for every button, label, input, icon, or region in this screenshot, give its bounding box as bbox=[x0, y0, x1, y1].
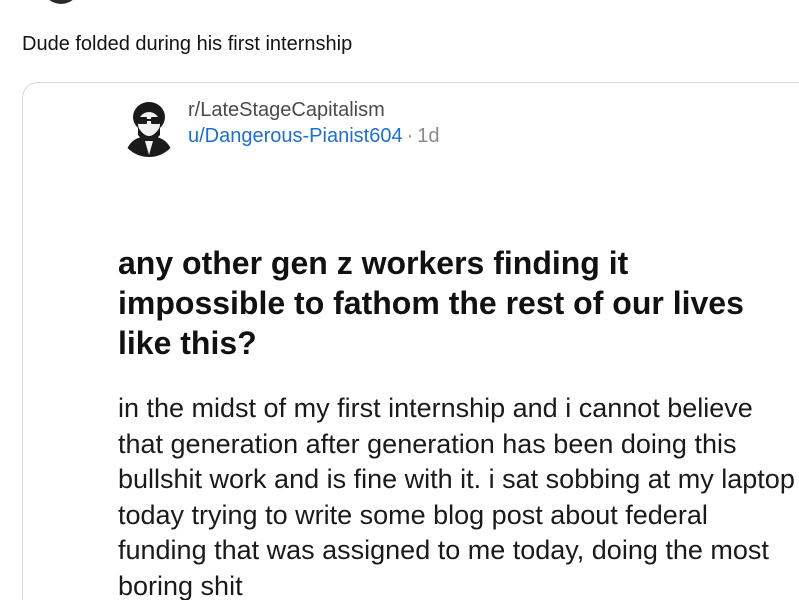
post-byline: u/Dangerous-Pianist604 · 1d bbox=[188, 123, 440, 149]
username-link[interactable]: u/Dangerous-Pianist604 bbox=[188, 125, 403, 147]
separator-dot: · bbox=[406, 125, 414, 147]
tweet-text: Dude folded during his first internship bbox=[22, 33, 353, 55]
post-title: any other gen z workers finding it impos… bbox=[118, 245, 744, 361]
post-body: in the midst of my first internship and … bbox=[118, 393, 795, 600]
quoted-post-card[interactable]: r/LateStageCapitalism u/Dangerous-Pianis… bbox=[22, 82, 799, 600]
post-age: 1d bbox=[417, 125, 440, 147]
author-avatar[interactable] bbox=[42, 0, 80, 4]
user-avatar-icon[interactable] bbox=[119, 97, 179, 157]
subreddit-name[interactable]: r/LateStageCapitalism bbox=[188, 97, 440, 123]
post-meta: r/LateStageCapitalism u/Dangerous-Pianis… bbox=[188, 97, 440, 149]
